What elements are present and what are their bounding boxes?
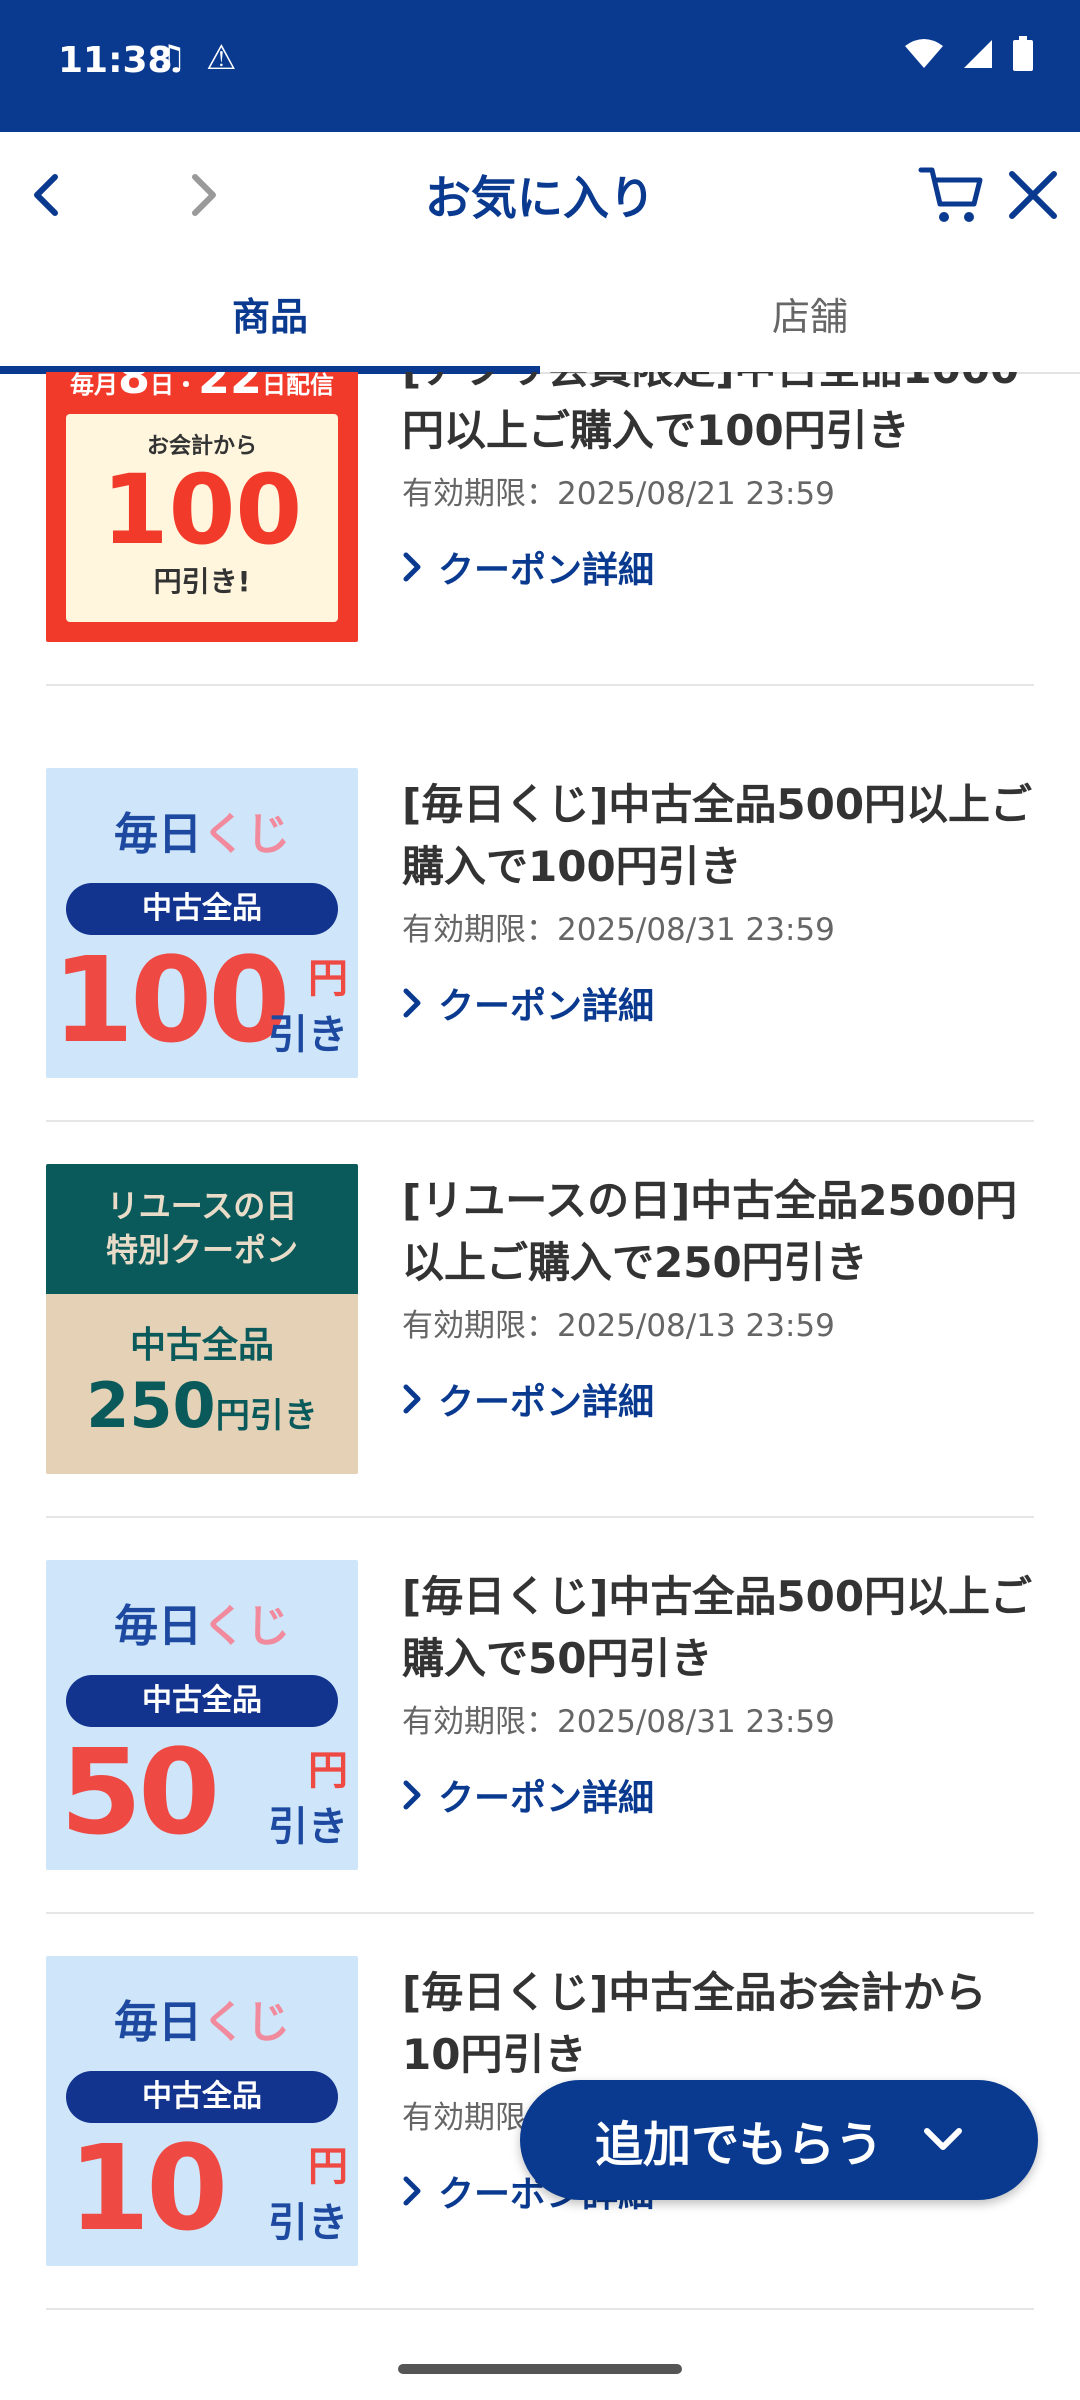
chevron-right-icon	[403, 1384, 421, 1414]
coupon-detail-link[interactable]: クーポン詳細	[402, 541, 1038, 593]
coupon-name: [アプリ会員限定]中古全品1000円以上ご購入で100円引き	[402, 372, 1019, 455]
list-item[interactable]: リユースの日 特別クーポン 中古全品 250円引き [リユースの日]中古全品250…	[46, 1164, 1034, 1559]
tab-stores[interactable]: 店舗	[540, 254, 1080, 372]
coupon-image: リユースの日 特別クーポン 中古全品 250円引き	[46, 1164, 358, 1474]
coupon-image: 毎日くじ 中古全品 100 円 引き	[46, 768, 358, 1078]
get-more-button[interactable]: 追加でもらう	[520, 2080, 1038, 2200]
coupon-name: [毎日くじ]中古全品500円以上ご購入で50円引き	[402, 1572, 1033, 1683]
chevron-right-icon	[403, 552, 421, 582]
coupon-list[interactable]: 毎月8日・22日配信 お会計から 100 円引き! [アプリ会員限定]中古全品1…	[0, 372, 1080, 2312]
coupon-image: 毎日くじ 中古全品 10 円 引き	[46, 1956, 358, 2266]
status-bar: 11:38 ♫ ⚠	[0, 0, 1080, 132]
divider	[46, 684, 1034, 686]
divider	[46, 2308, 1034, 2310]
divider	[46, 1912, 1034, 1914]
coupon-image: 毎日くじ 中古全品 50 円 引き	[46, 1560, 358, 1870]
coupon-expiry: 有効期限：2025/08/21 23:59	[402, 476, 835, 512]
coupon-expiry: 有効期限：2025/08/31 23:59	[402, 912, 835, 948]
cart-button[interactable]	[912, 160, 990, 230]
coupon-name: [毎日くじ]中古全品お会計から10円引き	[402, 1968, 987, 2079]
tab-products[interactable]: 商品	[0, 254, 540, 372]
chevron-right-icon	[403, 988, 421, 1018]
coupon-name: [リユースの日]中古全品2500円以上ご購入で250円引き	[402, 1176, 1018, 1287]
battery-icon	[1013, 36, 1033, 71]
chevron-right-icon	[403, 1780, 421, 1810]
coupon-detail-link[interactable]: クーポン詳細	[402, 1769, 1038, 1821]
wifi-icon	[905, 39, 943, 68]
close-icon	[1009, 171, 1057, 219]
coupon-image: 毎月8日・22日配信 お会計から 100 円引き!	[46, 372, 358, 642]
music-icon: ♫	[156, 38, 187, 78]
coupon-expiry: 有効期限：2025/08/13 23:59	[402, 1308, 835, 1344]
coupon-detail-link[interactable]: クーポン詳細	[402, 1373, 1038, 1425]
alert-icon: ⚠	[206, 38, 237, 78]
get-more-label: 追加でもらう	[594, 2117, 883, 2173]
close-button[interactable]	[998, 160, 1068, 230]
list-item[interactable]: 毎日くじ 中古全品 100 円 引き [毎日くじ]中古全品500円以上ご購入で1…	[46, 768, 1034, 1163]
divider	[46, 1120, 1034, 1122]
chevron-right-icon	[403, 2176, 421, 2206]
home-indicator[interactable]	[398, 2364, 682, 2374]
coupon-name: [毎日くじ]中古全品500円以上ご購入で100円引き	[402, 780, 1033, 891]
list-item[interactable]: 毎日くじ 中古全品 50 円 引き [毎日くじ]中古全品500円以上ご購入で50…	[46, 1560, 1034, 1955]
cart-icon	[918, 167, 983, 222]
nav-header: お気に入り	[0, 132, 1080, 254]
coupon-expiry: 有効期限：2025/08/31 23:59	[402, 1704, 835, 1740]
tab-bar: 商品 店舗	[0, 254, 1080, 374]
coupon-detail-link[interactable]: クーポン詳細	[402, 977, 1038, 1029]
signal-icon	[964, 40, 992, 68]
divider	[46, 1516, 1034, 1518]
chevron-down-icon	[924, 2128, 962, 2150]
list-item[interactable]: 毎月8日・22日配信 お会計から 100 円引き! [アプリ会員限定]中古全品1…	[46, 372, 1034, 727]
